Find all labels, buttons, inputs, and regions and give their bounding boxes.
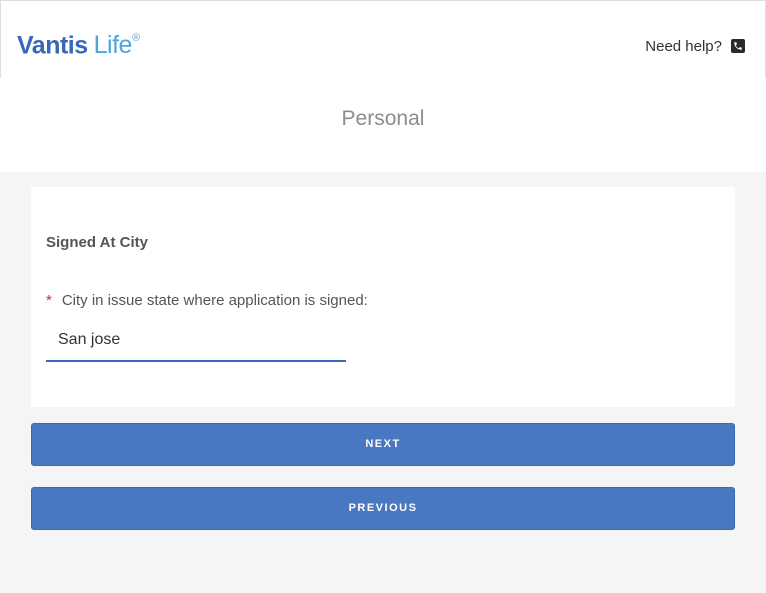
phone-icon-glyph [734,42,742,50]
logo-registered-mark: ® [131,32,140,44]
need-help-label: Need help? [645,37,722,55]
city-input[interactable] [46,323,346,357]
city-field-label: * City in issue state where application i… [46,292,368,309]
page-title: Personal [341,107,425,130]
vantis-life-logo[interactable]: Vantis Life® [17,26,140,60]
next-button[interactable]: NEXT [31,423,735,466]
previous-button[interactable]: PREVIOUS [31,487,735,530]
required-marker: * [46,292,52,309]
city-input-wrapper [46,323,346,362]
logo-sub-text: Life [93,31,133,60]
section-title: Signed At City [46,234,148,251]
need-help-link[interactable]: Need help? [645,36,745,56]
form-card: Signed At City * City in issue state wher… [31,187,735,407]
city-field-label-text: City in issue state where application is… [61,292,368,309]
page-title-band: Personal [0,78,766,172]
site-header: Vantis Life® Need help? [0,0,766,78]
phone-icon[interactable] [731,39,745,53]
logo-brand-text: Vantis [17,31,88,60]
